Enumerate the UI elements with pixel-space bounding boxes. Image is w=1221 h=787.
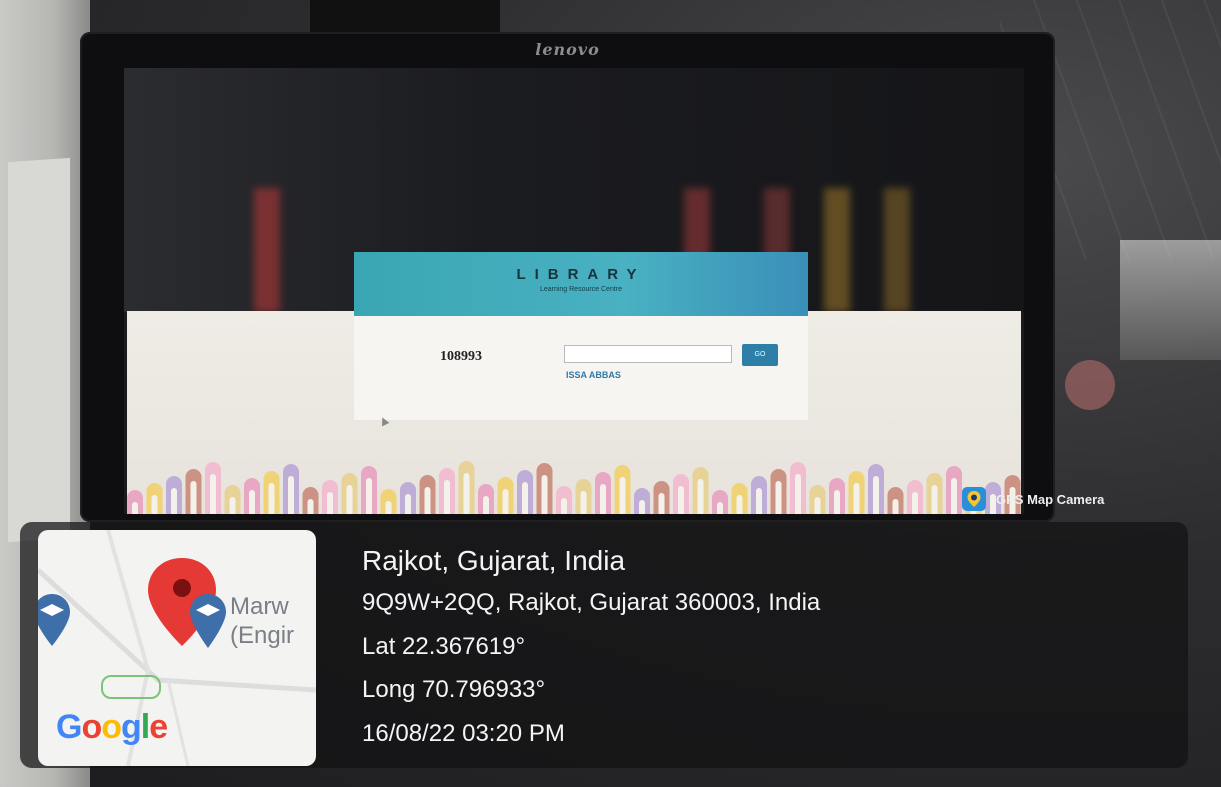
decorative-bubble-highlight	[561, 498, 567, 514]
background-shelf	[1120, 240, 1221, 360]
decorative-bubble-highlight	[307, 499, 314, 514]
decorative-bubble-highlight	[327, 492, 333, 514]
decorative-bubble-highlight	[717, 502, 723, 514]
school-marker-icon	[190, 594, 226, 648]
google-logo-letter: e	[149, 708, 168, 746]
decorative-bubble-highlight	[385, 501, 392, 514]
location-timestamp: 16/08/22 03:20 PM	[362, 720, 565, 747]
decorative-bubble-highlight	[795, 474, 801, 514]
decorative-bubble-highlight	[658, 493, 665, 514]
decorative-bubble-highlight	[892, 499, 899, 514]
google-logo-letter: l	[140, 708, 151, 746]
decorative-bubble-highlight	[268, 483, 275, 514]
decorative-bubble-highlight	[580, 491, 587, 514]
library-subtitle: Learning Resource Centre	[539, 286, 623, 293]
background-person	[1065, 360, 1115, 410]
decorative-bubble-highlight	[502, 489, 509, 514]
decorative-bubble-highlight	[151, 495, 158, 514]
monitor-brand-logo: lenovo	[535, 40, 600, 59]
decorative-bubble-highlight	[190, 481, 197, 514]
google-logo: Google	[56, 708, 168, 747]
member-name-link[interactable]: ISSA ABBAS	[566, 370, 621, 380]
decorative-bubble-highlight	[171, 488, 177, 514]
decorative-bubble-highlight	[931, 485, 938, 514]
decorative-bubble-highlight	[210, 474, 216, 514]
decorative-bubble-highlight	[834, 490, 840, 514]
decorative-bubble-highlight	[912, 492, 918, 514]
member-id-input[interactable]	[564, 345, 732, 363]
map-park-outline	[101, 675, 161, 699]
decorative-bubble-highlight	[619, 477, 626, 514]
decorative-bubble-highlight	[463, 473, 470, 514]
google-logo-letter: G	[56, 708, 82, 746]
monitor-screen: LIBRARY Learning Resource Centre 108993 …	[124, 68, 1024, 514]
monitor: lenovo LIBRARY Learning Resource Centre …	[80, 32, 1055, 522]
google-logo-letter: o	[81, 708, 102, 746]
decorative-bubble-highlight	[639, 500, 645, 514]
location-city: Rajkot, Gujarat, India	[362, 545, 626, 576]
backdrop-stripe	[824, 188, 850, 312]
decorative-bubble-highlight	[678, 486, 684, 514]
decorative-bubble-highlight	[600, 484, 606, 514]
library-header: LIBRARY Learning Resource Centre	[354, 252, 808, 316]
google-logo-letter: g	[121, 708, 142, 746]
location-latitude: Lat 22.367619°	[362, 633, 526, 660]
decorative-bubble-highlight	[775, 481, 782, 514]
decorative-bubble-highlight	[873, 476, 879, 514]
decorative-bubble-highlight	[951, 478, 957, 514]
decorative-bubble-highlight	[288, 476, 294, 514]
google-logo-letter: o	[101, 708, 122, 746]
decorative-bubble-highlight	[229, 497, 236, 514]
decorative-bubble-highlight	[541, 475, 548, 514]
decorative-bubble-highlight	[249, 490, 255, 514]
decorative-bubble-highlight	[522, 482, 528, 514]
decorative-bubble-highlight	[483, 496, 489, 514]
decorative-bubble-highlight	[736, 495, 743, 514]
decorative-bubble-highlight	[424, 487, 431, 514]
decorative-bubble-highlight	[366, 478, 372, 514]
go-button[interactable]: GO	[742, 344, 778, 366]
location-address: 9Q9W+2QQ, Rajkot, Gujarat 360003, India	[362, 589, 821, 616]
member-login-panel: 108993 GO ISSA ABBAS	[354, 316, 808, 427]
decorative-bubble-highlight	[346, 485, 353, 514]
background-beam	[310, 0, 500, 34]
decorative-bubble-highlight	[444, 480, 450, 514]
decorative-bubble-highlight	[853, 483, 860, 514]
map-pin-camera-icon	[962, 487, 986, 511]
decorative-bubble-highlight	[756, 488, 762, 514]
backdrop-stripe	[254, 188, 280, 312]
photo-scene: lenovo LIBRARY Learning Resource Centre …	[0, 0, 1221, 787]
location-longitude: Long 70.796933°	[362, 676, 546, 703]
map-place-label: Marw (Engir	[230, 593, 295, 649]
gps-badge-label: GPS Map Camera	[996, 491, 1105, 507]
gps-map-camera-badge: GPS Map Camera	[962, 487, 1104, 511]
backdrop-stripe	[884, 188, 910, 312]
map-thumbnail: Marw (Engir Google	[38, 530, 316, 766]
school-marker-icon	[38, 594, 70, 646]
decorative-bubble-highlight	[132, 502, 138, 514]
decorative-bubble-highlight	[814, 497, 821, 514]
decorative-bubble-highlight	[405, 494, 411, 514]
member-number: 108993	[440, 349, 482, 364]
library-title: LIBRARY	[516, 266, 646, 283]
decorative-bubble-border	[127, 461, 1021, 514]
decorative-bubble-highlight	[697, 479, 704, 514]
background-poster	[8, 157, 70, 543]
